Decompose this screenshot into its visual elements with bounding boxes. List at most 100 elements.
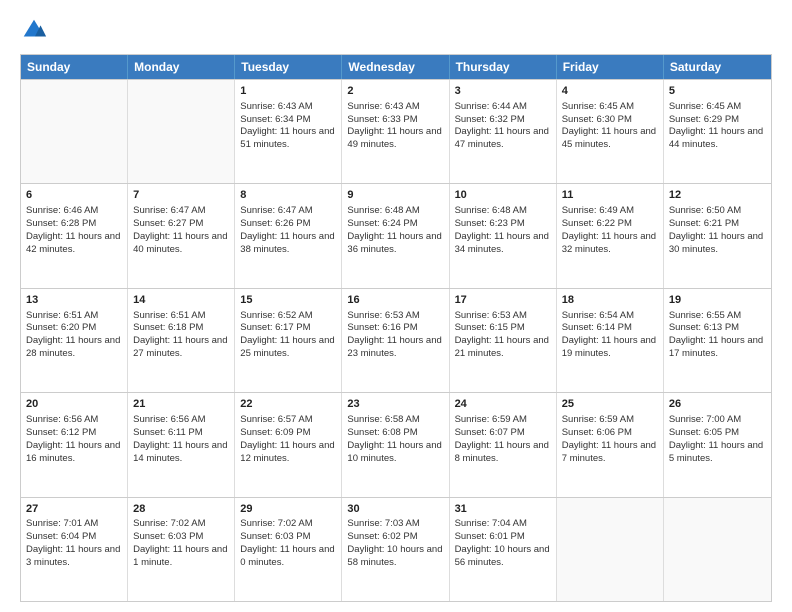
- sunset-text: Sunset: 6:13 PM: [669, 322, 766, 335]
- sunrise-text: Sunrise: 6:45 AM: [562, 101, 658, 114]
- day-number: 4: [562, 84, 658, 99]
- sunset-text: Sunset: 6:32 PM: [455, 114, 551, 127]
- sunrise-text: Sunrise: 6:50 AM: [669, 205, 766, 218]
- sunset-text: Sunset: 6:09 PM: [240, 427, 336, 440]
- cal-cell-1: 1Sunrise: 6:43 AMSunset: 6:34 PMDaylight…: [235, 80, 342, 183]
- day-number: 15: [240, 293, 336, 308]
- header-day-saturday: Saturday: [664, 55, 771, 79]
- daylight-text: Daylight: 11 hours and 14 minutes.: [133, 440, 229, 466]
- cal-cell-27: 27Sunrise: 7:01 AMSunset: 6:04 PMDayligh…: [21, 498, 128, 601]
- sunset-text: Sunset: 6:14 PM: [562, 322, 658, 335]
- daylight-text: Daylight: 11 hours and 23 minutes.: [347, 335, 443, 361]
- cal-cell-24: 24Sunrise: 6:59 AMSunset: 6:07 PMDayligh…: [450, 393, 557, 496]
- sunrise-text: Sunrise: 6:58 AM: [347, 414, 443, 427]
- cal-cell-empty-w4c6: [664, 498, 771, 601]
- cal-cell-25: 25Sunrise: 6:59 AMSunset: 6:06 PMDayligh…: [557, 393, 664, 496]
- sunrise-text: Sunrise: 6:48 AM: [455, 205, 551, 218]
- day-number: 2: [347, 84, 443, 99]
- daylight-text: Daylight: 10 hours and 58 minutes.: [347, 544, 443, 570]
- sunset-text: Sunset: 6:20 PM: [26, 322, 122, 335]
- sunrise-text: Sunrise: 7:03 AM: [347, 518, 443, 531]
- daylight-text: Daylight: 11 hours and 38 minutes.: [240, 231, 336, 257]
- week-row-2: 6Sunrise: 6:46 AMSunset: 6:28 PMDaylight…: [21, 183, 771, 287]
- day-number: 8: [240, 188, 336, 203]
- header-day-wednesday: Wednesday: [342, 55, 449, 79]
- sunrise-text: Sunrise: 6:44 AM: [455, 101, 551, 114]
- day-number: 21: [133, 397, 229, 412]
- sunset-text: Sunset: 6:03 PM: [133, 531, 229, 544]
- daylight-text: Daylight: 11 hours and 7 minutes.: [562, 440, 658, 466]
- header: [20, 16, 772, 44]
- sunset-text: Sunset: 6:18 PM: [133, 322, 229, 335]
- sunrise-text: Sunrise: 6:43 AM: [347, 101, 443, 114]
- sunset-text: Sunset: 6:11 PM: [133, 427, 229, 440]
- cal-cell-empty-w0c1: [128, 80, 235, 183]
- sunset-text: Sunset: 6:08 PM: [347, 427, 443, 440]
- sunset-text: Sunset: 6:26 PM: [240, 218, 336, 231]
- daylight-text: Daylight: 11 hours and 45 minutes.: [562, 126, 658, 152]
- day-number: 12: [669, 188, 766, 203]
- cal-cell-23: 23Sunrise: 6:58 AMSunset: 6:08 PMDayligh…: [342, 393, 449, 496]
- day-number: 3: [455, 84, 551, 99]
- sunrise-text: Sunrise: 6:53 AM: [455, 310, 551, 323]
- daylight-text: Daylight: 11 hours and 42 minutes.: [26, 231, 122, 257]
- sunset-text: Sunset: 6:28 PM: [26, 218, 122, 231]
- day-number: 6: [26, 188, 122, 203]
- page: SundayMondayTuesdayWednesdayThursdayFrid…: [0, 0, 792, 612]
- daylight-text: Daylight: 11 hours and 0 minutes.: [240, 544, 336, 570]
- sunrise-text: Sunrise: 6:47 AM: [240, 205, 336, 218]
- daylight-text: Daylight: 11 hours and 51 minutes.: [240, 126, 336, 152]
- day-number: 28: [133, 502, 229, 517]
- sunset-text: Sunset: 6:15 PM: [455, 322, 551, 335]
- cal-cell-7: 7Sunrise: 6:47 AMSunset: 6:27 PMDaylight…: [128, 184, 235, 287]
- daylight-text: Daylight: 11 hours and 19 minutes.: [562, 335, 658, 361]
- sunrise-text: Sunrise: 6:46 AM: [26, 205, 122, 218]
- logo-icon: [20, 16, 48, 44]
- sunrise-text: Sunrise: 6:56 AM: [133, 414, 229, 427]
- daylight-text: Daylight: 11 hours and 21 minutes.: [455, 335, 551, 361]
- day-number: 27: [26, 502, 122, 517]
- cal-cell-17: 17Sunrise: 6:53 AMSunset: 6:15 PMDayligh…: [450, 289, 557, 392]
- week-row-3: 13Sunrise: 6:51 AMSunset: 6:20 PMDayligh…: [21, 288, 771, 392]
- day-number: 26: [669, 397, 766, 412]
- sunrise-text: Sunrise: 7:00 AM: [669, 414, 766, 427]
- sunrise-text: Sunrise: 7:02 AM: [240, 518, 336, 531]
- day-number: 30: [347, 502, 443, 517]
- cal-cell-10: 10Sunrise: 6:48 AMSunset: 6:23 PMDayligh…: [450, 184, 557, 287]
- sunrise-text: Sunrise: 7:04 AM: [455, 518, 551, 531]
- cal-cell-5: 5Sunrise: 6:45 AMSunset: 6:29 PMDaylight…: [664, 80, 771, 183]
- sunset-text: Sunset: 6:05 PM: [669, 427, 766, 440]
- daylight-text: Daylight: 11 hours and 12 minutes.: [240, 440, 336, 466]
- sunrise-text: Sunrise: 6:47 AM: [133, 205, 229, 218]
- day-number: 11: [562, 188, 658, 203]
- sunset-text: Sunset: 6:23 PM: [455, 218, 551, 231]
- day-number: 19: [669, 293, 766, 308]
- cal-cell-6: 6 Sunrise: 6:46 AMSunset: 6:28 PMDaylight…: [21, 184, 128, 287]
- cal-cell-empty-w4c5: [557, 498, 664, 601]
- sunrise-text: Sunrise: 6:51 AM: [26, 310, 122, 323]
- sunrise-text: Sunrise: 6:43 AM: [240, 101, 336, 114]
- cal-cell-30: 30Sunrise: 7:03 AMSunset: 6:02 PMDayligh…: [342, 498, 449, 601]
- week-row-1: 1Sunrise: 6:43 AMSunset: 6:34 PMDaylight…: [21, 79, 771, 183]
- cal-cell-14: 14Sunrise: 6:51 AMSunset: 6:18 PMDayligh…: [128, 289, 235, 392]
- cal-cell-11: 11Sunrise: 6:49 AMSunset: 6:22 PMDayligh…: [557, 184, 664, 287]
- daylight-text: Daylight: 11 hours and 5 minutes.: [669, 440, 766, 466]
- header-day-sunday: Sunday: [21, 55, 128, 79]
- day-number: 22: [240, 397, 336, 412]
- day-number: 1: [240, 84, 336, 99]
- daylight-text: Daylight: 11 hours and 10 minutes.: [347, 440, 443, 466]
- day-number: 24: [455, 397, 551, 412]
- cal-cell-4: 4Sunrise: 6:45 AMSunset: 6:30 PMDaylight…: [557, 80, 664, 183]
- sunrise-text: Sunrise: 6:59 AM: [455, 414, 551, 427]
- calendar-header: SundayMondayTuesdayWednesdayThursdayFrid…: [21, 55, 771, 79]
- cal-cell-21: 21 Sunrise: 6:56 AMSunset: 6:11 PMDayligh…: [128, 393, 235, 496]
- sunset-text: Sunset: 6:29 PM: [669, 114, 766, 127]
- sunrise-text: Sunrise: 6:45 AM: [669, 101, 766, 114]
- header-day-thursday: Thursday: [450, 55, 557, 79]
- sunset-text: Sunset: 6:33 PM: [347, 114, 443, 127]
- sunset-text: Sunset: 6:24 PM: [347, 218, 443, 231]
- cal-cell-28: 28Sunrise: 7:02 AMSunset: 6:03 PMDayligh…: [128, 498, 235, 601]
- cal-cell-8: 8 Sunrise: 6:47 AMSunset: 6:26 PMDaylight…: [235, 184, 342, 287]
- daylight-text: Daylight: 11 hours and 28 minutes.: [26, 335, 122, 361]
- sunrise-text: Sunrise: 6:55 AM: [669, 310, 766, 323]
